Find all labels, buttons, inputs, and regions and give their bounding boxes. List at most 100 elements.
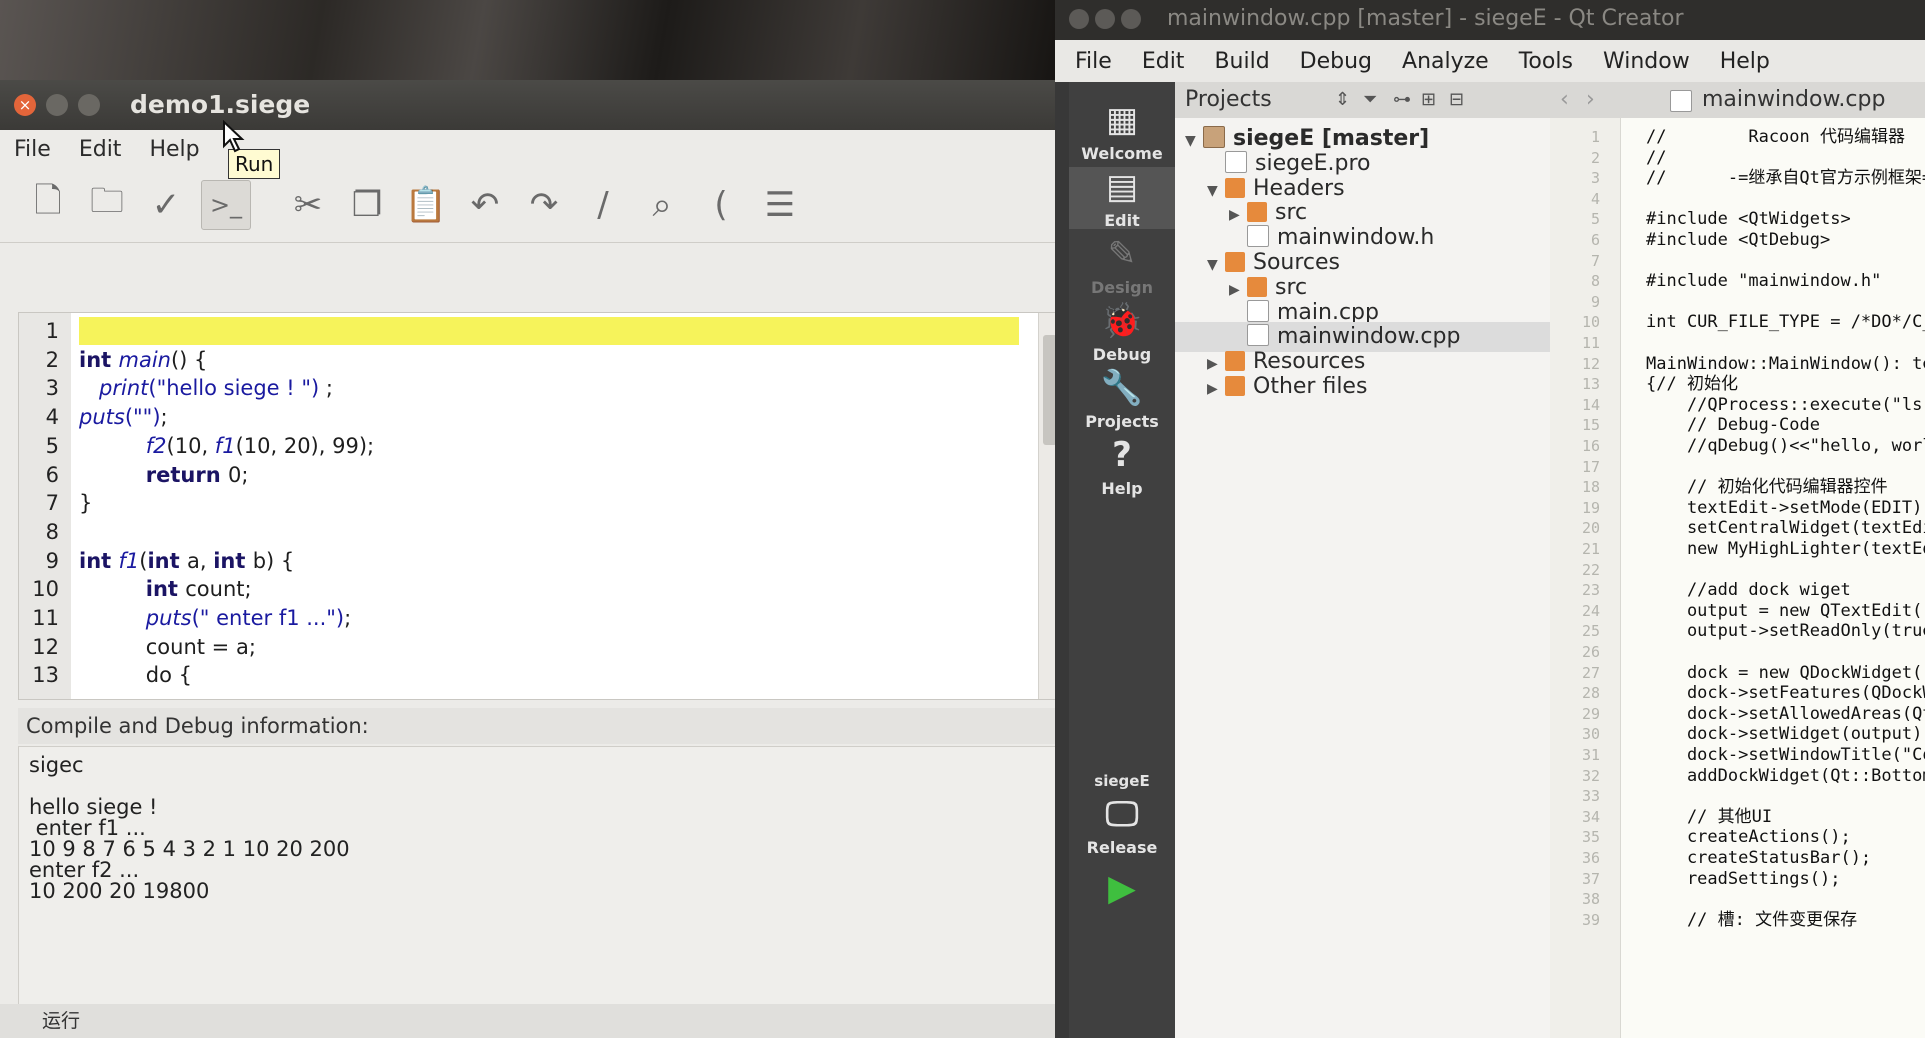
qt-maximize-button[interactable] — [1121, 9, 1141, 29]
qt-code-line[interactable]: 38 — [1550, 888, 1925, 910]
mode-edit[interactable]: ▤ Edit — [1069, 167, 1175, 230]
code-line[interactable]: 2 int main() { — [19, 346, 1037, 374]
qt-code-line[interactable]: 2 // — [1550, 147, 1925, 169]
undo-button[interactable]: ↶ — [461, 181, 509, 229]
split-icon[interactable]: ⊞ — [1421, 82, 1436, 118]
qt-code-line[interactable]: 16 //qDebug()<<"hello, world — [1550, 435, 1925, 457]
new-file-button[interactable]: 🗋 — [24, 181, 72, 229]
qt-code-line[interactable]: 31 dock->setWindowTitle("Com — [1550, 744, 1925, 766]
mode-help[interactable]: ? Help — [1069, 435, 1175, 498]
comment-button[interactable]: / — [579, 181, 627, 229]
qt-code-line[interactable]: 36 createStatusBar(); — [1550, 847, 1925, 869]
code-line[interactable]: 7} — [19, 489, 1037, 517]
code-line[interactable]: 6 return 0; — [19, 461, 1037, 489]
qt-menu-window[interactable]: Window — [1603, 49, 1690, 74]
code-line[interactable]: 11 puts(" enter f1 ..."); — [19, 604, 1037, 632]
qt-code-line[interactable]: 12 MainWindow::MainWindow(): tex — [1550, 353, 1925, 375]
qt-code-line[interactable]: 28 dock->setFeatures(QDockWi — [1550, 682, 1925, 704]
qt-code-line[interactable]: 23 //add dock wiget — [1550, 579, 1925, 601]
mode-debug[interactable]: 🐞 Debug — [1069, 301, 1175, 364]
projects-title[interactable]: Projects — [1185, 87, 1272, 112]
qt-code-line[interactable]: 13 {// 初始化 — [1550, 373, 1925, 395]
qt-code-line[interactable]: 17 — [1550, 456, 1925, 478]
qt-code-line[interactable]: 8 #include "mainwindow.h" — [1550, 270, 1925, 292]
collapse-arrow-icon[interactable]: ▶ — [1207, 374, 1225, 404]
qt-menu-analyze[interactable]: Analyze — [1402, 49, 1489, 74]
qt-code-line[interactable]: 7 — [1550, 250, 1925, 272]
link-icon[interactable]: ⊶ — [1393, 82, 1411, 118]
qt-code-line[interactable]: 3 // -=继承自Qt官方示例框架=- — [1550, 167, 1925, 189]
window-titlebar[interactable]: × demo1.siege — [0, 80, 1068, 130]
sort-icon[interactable]: ⇕ — [1335, 82, 1350, 118]
list-button[interactable]: ☰ — [756, 181, 804, 229]
paren-button[interactable]: ( — [697, 181, 745, 229]
code-line[interactable]: 3 print("hello siege ! ") ; — [19, 374, 1037, 402]
close-pane-icon[interactable]: ⊟ — [1449, 82, 1464, 118]
paste-button[interactable]: 📋 — [402, 181, 450, 229]
qt-code-line[interactable]: 4 — [1550, 188, 1925, 210]
qt-code-line[interactable]: 10 int CUR_FILE_TYPE = /*DO*/C_F — [1550, 311, 1925, 333]
tree-item[interactable]: ▶ Other files — [1175, 372, 1550, 402]
qt-code-line[interactable]: 1 // Racoon 代码编辑器 — [1550, 126, 1925, 148]
qt-code-line[interactable]: 37 readSettings(); — [1550, 868, 1925, 890]
qt-menu-edit[interactable]: Edit — [1142, 49, 1185, 74]
open-file-name[interactable]: mainwindow.cpp — [1702, 82, 1885, 118]
qt-minimize-button[interactable] — [1095, 9, 1115, 29]
menu-edit[interactable]: Edit — [79, 137, 122, 162]
run-button[interactable]: ▶ — [1069, 868, 1175, 909]
close-button[interactable]: × — [14, 94, 36, 116]
kit-project-label[interactable]: siegeE — [1069, 772, 1175, 790]
code-line[interactable]: 5 f2(10, f1(10, 20), 99); — [19, 432, 1037, 460]
copy-button[interactable]: ❐ — [343, 181, 391, 229]
filter-icon[interactable]: ⏷ — [1363, 82, 1377, 118]
qt-code-line[interactable]: 24 output = new QTextEdit(); — [1550, 600, 1925, 622]
qt-code-line[interactable]: 15 // Debug-Code — [1550, 414, 1925, 436]
qt-close-button[interactable] — [1069, 9, 1089, 29]
qt-code-line[interactable]: 25 output->setReadOnly(true) — [1550, 620, 1925, 642]
mode-design[interactable]: ✎ Design — [1069, 234, 1175, 297]
code-line[interactable]: 4 puts(""); — [19, 403, 1037, 431]
qt-code-line[interactable]: 6 #include <QtDebug> — [1550, 229, 1925, 251]
redo-button[interactable]: ↷ — [520, 181, 568, 229]
qt-code-line[interactable]: 35 createActions(); — [1550, 826, 1925, 848]
qt-code-line[interactable]: 14 //QProcess::execute("ls") — [1550, 394, 1925, 416]
qt-code-line[interactable]: 27 dock = new QDockWidget(); — [1550, 662, 1925, 684]
qt-code-line[interactable]: 29 dock->setAllowedAreas(Qt: — [1550, 703, 1925, 725]
code-line[interactable]: 9 int f1(int a, int b) { — [19, 547, 1037, 575]
minimize-button[interactable] — [46, 94, 68, 116]
qt-code-line[interactable]: 32 addDockWidget(Qt::BottomD — [1550, 765, 1925, 787]
run-button[interactable]: >_ — [201, 180, 251, 230]
qt-menu-help[interactable]: Help — [1720, 49, 1770, 74]
code-editor[interactable]: 1 2 int main() {3 print("hello siege ! ")… — [18, 312, 1060, 700]
qt-code-line[interactable]: 26 — [1550, 641, 1925, 663]
qt-code-line[interactable]: 9 — [1550, 291, 1925, 313]
code-line[interactable]: 1 — [19, 317, 1037, 345]
search-button[interactable]: ⌕ — [638, 181, 686, 229]
open-folder-button[interactable]: 🗀 — [83, 181, 131, 229]
menu-file[interactable]: File — [14, 137, 51, 162]
qt-code-line[interactable]: 30 dock->setWidget(output); — [1550, 723, 1925, 745]
menu-help[interactable]: Help — [149, 137, 199, 162]
debug-output[interactable]: sigec hello siege ! enter f1 ... 10 9 8 7 … — [18, 746, 1060, 1016]
qt-code-line[interactable]: 18 // 初始化代码编辑器控件 — [1550, 476, 1925, 498]
qt-menu-tools[interactable]: Tools — [1519, 49, 1573, 74]
forward-icon[interactable]: › — [1586, 82, 1595, 118]
kit-selector[interactable]: 🖵 Release — [1069, 794, 1175, 857]
qt-code-line[interactable]: 11 — [1550, 332, 1925, 354]
qt-code-line[interactable]: 33 — [1550, 785, 1925, 807]
maximize-button[interactable] — [78, 94, 100, 116]
back-icon[interactable]: ‹ — [1560, 82, 1569, 118]
qt-code-editor[interactable]: ‹ › mainwindow.cpp 1 // Racoon 代码编辑器 2 // 3 /… — [1550, 82, 1925, 1038]
qt-menu-file[interactable]: File — [1075, 49, 1112, 74]
qt-menu-build[interactable]: Build — [1214, 49, 1269, 74]
qt-titlebar[interactable]: mainwindow.cpp [master] - siegeE - Qt Cr… — [1055, 0, 1925, 40]
mode-welcome[interactable]: ▦ Welcome — [1069, 100, 1175, 163]
code-line[interactable]: 13 do { — [19, 661, 1037, 689]
code-line[interactable]: 12 count = a; — [19, 633, 1037, 661]
qt-code-line[interactable]: 39 // 槽: 文件变更保存 — [1550, 909, 1925, 931]
qt-menu-debug[interactable]: Debug — [1300, 49, 1372, 74]
qt-code-line[interactable]: 5 #include <QtWidgets> — [1550, 208, 1925, 230]
check-button[interactable]: ✓ — [142, 181, 190, 229]
qt-code-line[interactable]: 20 setCentralWidget(textEdit — [1550, 517, 1925, 539]
mode-projects[interactable]: 🔧 Projects — [1069, 368, 1175, 431]
